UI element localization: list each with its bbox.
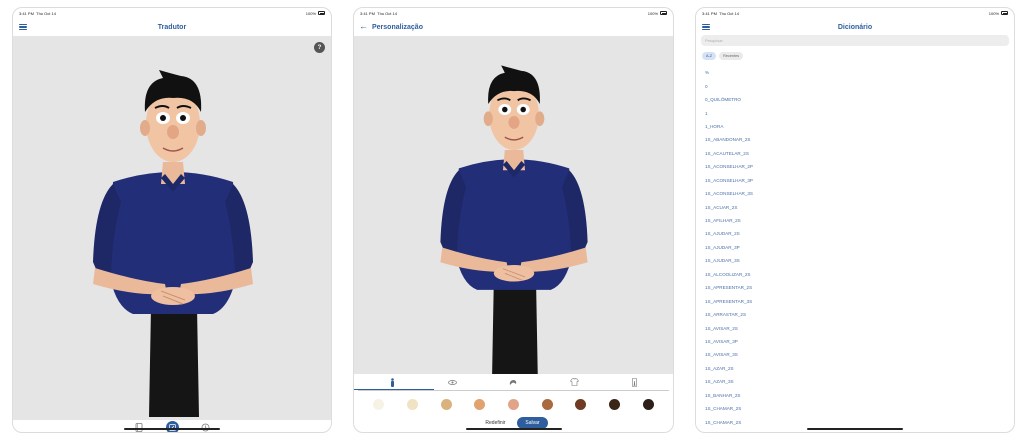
skin-swatch[interactable] xyxy=(608,398,620,410)
list-item[interactable]: 1S_APRESENTAR_3S xyxy=(696,294,1014,307)
avatar-stage xyxy=(354,36,673,374)
list-item[interactable]: 1S_AVISAR_3S xyxy=(696,348,1014,361)
list-item[interactable]: 1S_APRESENTAR_2S xyxy=(696,281,1014,294)
list-item[interactable]: 1S_ACUAR_2S xyxy=(696,200,1014,213)
sort-chips: A-Z Recentes xyxy=(702,52,744,60)
translator-screen: 3:41 PM Thu Oct 14 100% Tradutor ? xyxy=(12,7,332,433)
history-tab[interactable] xyxy=(201,422,211,432)
list-item[interactable]: 1 xyxy=(696,106,1014,119)
list-item[interactable]: 1S_ACONSELHAR_3P xyxy=(696,174,1014,187)
tab-pants[interactable] xyxy=(617,375,653,389)
help-button[interactable]: ? xyxy=(314,42,325,53)
chip-recent[interactable]: Recentes xyxy=(719,52,744,60)
battery-text: 100% xyxy=(305,10,316,16)
list-item[interactable]: 1S_ACONSELHAR_3S xyxy=(696,187,1014,200)
tab-divider xyxy=(358,390,669,391)
list-item[interactable]: 1S_ALCOOLIZAR_2S xyxy=(696,268,1014,281)
home-indicator xyxy=(807,428,903,430)
hair-icon xyxy=(510,379,517,385)
help-icon: ? xyxy=(317,44,322,51)
tab-body[interactable] xyxy=(354,375,435,390)
list-item[interactable]: 1S_CHAMAR_2S xyxy=(696,415,1014,428)
battery-icon xyxy=(660,11,667,15)
avatar-stage: ? xyxy=(13,36,331,420)
body-icon xyxy=(390,377,394,387)
list-item[interactable]: 1S_CHAMAR_2S xyxy=(696,402,1014,415)
list-item[interactable]: 1S_AZAR_2S xyxy=(696,362,1014,375)
battery-text: 100% xyxy=(988,10,999,16)
list-item[interactable]: 1_HORA xyxy=(696,120,1014,133)
battery-icon xyxy=(1001,11,1008,15)
status-time: 3:41 PM Thu Oct 14 xyxy=(360,10,397,16)
list-item[interactable]: 1S_ACONSELHAR_2P xyxy=(696,160,1014,173)
skin-swatch[interactable] xyxy=(507,398,519,410)
battery-icon xyxy=(318,11,325,15)
status-indicators: 100% xyxy=(648,11,667,16)
dictionary-list: % 0 0_QUILÔMETRO 1 1_HORA 1S_ABANDONAR_2S 1S_A… xyxy=(696,66,1014,429)
list-item[interactable]: 1S_ABANDONAR_2S xyxy=(696,133,1014,146)
nav-bar: ← Personalização xyxy=(354,18,673,36)
nav-bar: Tradutor xyxy=(13,18,331,36)
list-item[interactable]: 1S_BANHAR_2S xyxy=(696,389,1014,402)
list-item[interactable]: 1S_AVISAR_2S xyxy=(696,321,1014,334)
translate-tab[interactable] xyxy=(165,420,179,432)
tab-eyes[interactable] xyxy=(435,375,471,389)
status-time: 3:41 PM Thu Oct 14 xyxy=(702,10,739,16)
list-item[interactable]: 1S_AJUDAR_3P xyxy=(696,241,1014,254)
list-item[interactable]: 1S_AJUDAR_2S xyxy=(696,227,1014,240)
pants-icon xyxy=(632,377,637,387)
status-bar: 3:41 PM Thu Oct 14 100% xyxy=(354,8,673,18)
menu-icon[interactable] xyxy=(19,24,27,30)
skin-swatch[interactable] xyxy=(474,398,486,410)
list-item[interactable]: % xyxy=(696,66,1014,79)
skin-swatch[interactable] xyxy=(406,398,418,410)
nav-bar: Dicionário xyxy=(696,18,1014,36)
eye-icon xyxy=(448,379,458,385)
tab-bar xyxy=(13,420,331,432)
customization-screen: 3:41 PM Thu Oct 14 100% ← Personalização… xyxy=(353,7,674,433)
list-item[interactable]: 1S_ARRASTAR_2S xyxy=(696,308,1014,321)
battery-text: 100% xyxy=(647,10,658,16)
reset-button[interactable]: Redefinir xyxy=(479,418,511,428)
book-icon xyxy=(135,422,142,432)
home-indicator xyxy=(465,428,562,430)
page-title: Personalização xyxy=(372,23,423,31)
home-indicator xyxy=(124,428,220,430)
shirt-icon xyxy=(569,378,579,386)
history-icon xyxy=(201,423,210,431)
dictionary-screen: 3:41 PM Thu Oct 14 100% Dicionário Pesqu… xyxy=(695,7,1015,433)
menu-icon[interactable] xyxy=(702,24,710,30)
page-title: Tradutor xyxy=(157,23,187,31)
list-item[interactable]: 0 xyxy=(696,79,1014,92)
list-item[interactable]: 1S_AVISAR_3P xyxy=(696,335,1014,348)
skin-swatch[interactable] xyxy=(440,398,452,410)
search-input[interactable]: Pesquisar xyxy=(701,35,1009,46)
avatar xyxy=(439,64,589,374)
status-indicators: 100% xyxy=(989,11,1008,16)
tab-shirt[interactable] xyxy=(556,375,592,389)
skin-swatch[interactable] xyxy=(541,398,553,410)
skin-tone-swatches xyxy=(354,394,673,414)
status-indicators: 100% xyxy=(306,11,325,16)
list-item[interactable]: 1S_ACAUTELAR_2S xyxy=(696,147,1014,160)
status-bar: 3:41 PM Thu Oct 14 100% xyxy=(13,8,331,18)
tab-hair[interactable] xyxy=(495,375,531,389)
avatar xyxy=(92,69,254,418)
list-item[interactable]: 0_QUILÔMETRO xyxy=(696,93,1014,106)
skin-swatch[interactable] xyxy=(642,398,654,410)
dictionary-tab[interactable] xyxy=(134,422,144,432)
status-time: 3:41 PM Thu Oct 14 xyxy=(19,10,56,16)
chip-alphabetical[interactable]: A-Z xyxy=(702,52,717,60)
back-arrow-icon[interactable]: ← xyxy=(359,21,368,31)
status-bar: 3:41 PM Thu Oct 14 100% xyxy=(696,8,1014,18)
skin-swatch[interactable] xyxy=(373,398,385,410)
search-placeholder: Pesquisar xyxy=(705,38,723,43)
list-item[interactable]: 1S_AJUDAR_3S xyxy=(696,254,1014,267)
list-item[interactable]: 1S_AFILHAR_2S xyxy=(696,214,1014,227)
page-title: Dicionário xyxy=(837,23,873,31)
list-item[interactable]: 1S_AZAR_3S xyxy=(696,375,1014,388)
customization-tabs xyxy=(354,374,673,390)
skin-swatch[interactable] xyxy=(575,398,587,410)
